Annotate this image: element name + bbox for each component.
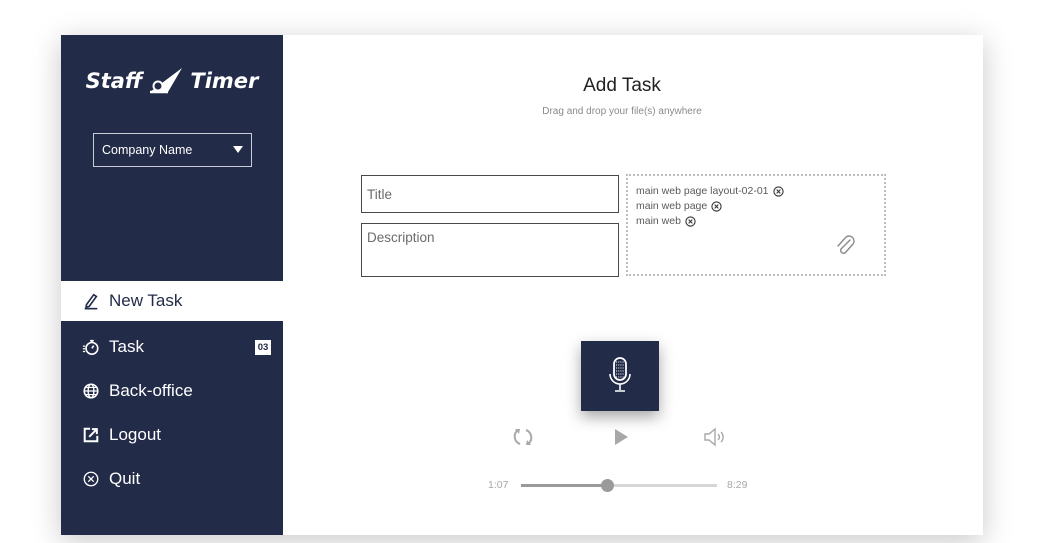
sidebar-item-logout[interactable]: Logout bbox=[61, 413, 283, 457]
record-button[interactable] bbox=[581, 341, 659, 411]
paperclip-icon[interactable] bbox=[834, 234, 858, 258]
attachment-name: main web page layout-02-01 bbox=[636, 185, 769, 197]
current-time: 1:07 bbox=[488, 479, 509, 491]
page-title: Add Task bbox=[583, 75, 661, 96]
progress-thumb[interactable] bbox=[601, 479, 615, 492]
logo-mark-icon bbox=[150, 68, 183, 94]
sidebar-nav: New Task Task 03 Back-office Logout Quit bbox=[61, 281, 283, 501]
logo-text-left: Staff bbox=[85, 69, 143, 93]
app-window: Staff Timer Company Name New Task Task 0… bbox=[61, 35, 983, 535]
remove-attachment-icon[interactable] bbox=[711, 201, 722, 212]
play-button[interactable] bbox=[609, 426, 633, 448]
company-select[interactable]: Company Name bbox=[93, 133, 252, 167]
attachment-item: main web page bbox=[636, 199, 784, 214]
description-input[interactable] bbox=[361, 223, 619, 277]
play-icon bbox=[615, 429, 628, 445]
sidebar: Staff Timer Company Name New Task Task 0… bbox=[61, 35, 283, 535]
sidebar-item-task[interactable]: Task 03 bbox=[61, 325, 283, 369]
microphone-icon bbox=[609, 357, 631, 392]
pencil-icon bbox=[81, 291, 101, 311]
repeat-icon bbox=[513, 429, 533, 445]
volume-icon bbox=[704, 427, 724, 447]
progress-bar[interactable] bbox=[521, 479, 717, 492]
caret-down-icon bbox=[233, 146, 243, 153]
progress-fill bbox=[521, 484, 608, 487]
title-input[interactable] bbox=[361, 175, 619, 213]
remove-attachment-icon[interactable] bbox=[685, 216, 696, 227]
company-select-value: Company Name bbox=[102, 143, 193, 157]
attachment-item: main web page layout-02-01 bbox=[636, 184, 784, 199]
sidebar-item-label: Quit bbox=[109, 469, 141, 488]
total-time: 8:29 bbox=[727, 479, 748, 491]
app-logo: Staff Timer bbox=[61, 61, 283, 101]
sidebar-item-label: Logout bbox=[109, 425, 161, 444]
sidebar-item-label: New Task bbox=[109, 291, 183, 310]
main-panel: Add Task Drag and drop your file(s) anyw… bbox=[283, 35, 983, 535]
repeat-button[interactable] bbox=[511, 426, 535, 448]
remove-attachment-icon[interactable] bbox=[772, 186, 784, 197]
sidebar-item-back-office[interactable]: Back-office bbox=[61, 369, 283, 413]
sidebar-item-new-task[interactable]: New Task bbox=[61, 281, 283, 321]
close-circle-icon bbox=[81, 469, 101, 489]
globe-icon bbox=[81, 381, 101, 401]
attachment-list: main web page layout-02-01 main web page… bbox=[636, 184, 784, 229]
logo-text-right: Timer bbox=[190, 69, 259, 93]
screen: Staff Timer Company Name New Task Task 0… bbox=[0, 0, 1060, 543]
logout-icon bbox=[81, 425, 101, 445]
sidebar-item-label: Back-office bbox=[109, 381, 193, 400]
file-dropzone[interactable]: main web page layout-02-01 main web page… bbox=[626, 174, 886, 276]
page-subtitle: Drag and drop your file(s) anywhere bbox=[542, 106, 702, 117]
attachment-name: main web page bbox=[636, 200, 708, 212]
sidebar-item-quit[interactable]: Quit bbox=[61, 457, 283, 501]
stopwatch-icon bbox=[81, 337, 101, 357]
task-count-badge: 03 bbox=[255, 340, 271, 355]
sidebar-item-label: Task bbox=[109, 337, 144, 356]
attachment-item: main web bbox=[636, 214, 784, 229]
volume-button[interactable] bbox=[703, 426, 727, 448]
attachment-name: main web bbox=[636, 215, 681, 227]
